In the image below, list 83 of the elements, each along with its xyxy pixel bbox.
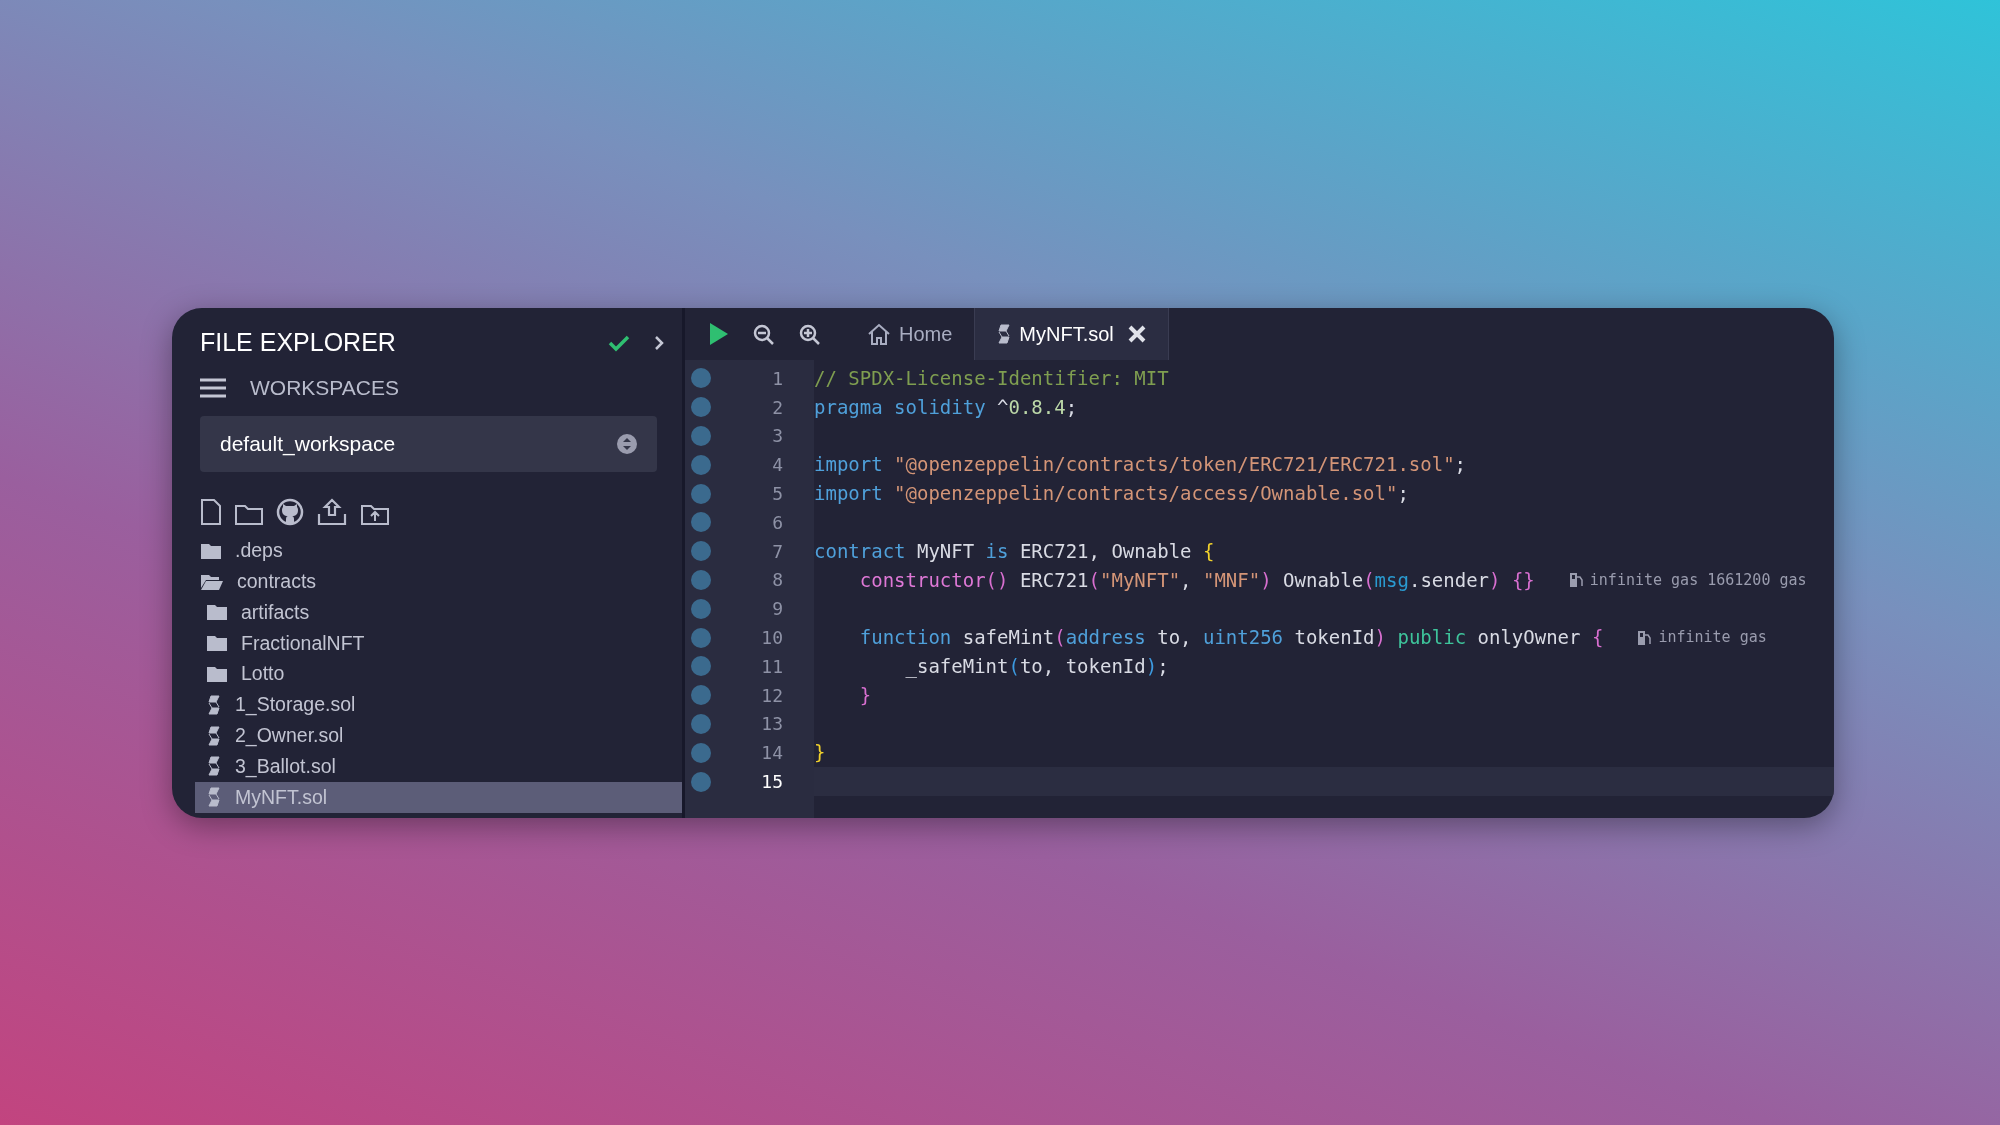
breakpoint-dot[interactable] <box>691 742 711 763</box>
checkmark-icon <box>608 334 630 352</box>
github-icon[interactable] <box>276 497 304 526</box>
menu-icon[interactable] <box>200 377 226 398</box>
line-number: 9 <box>771 597 783 622</box>
fuel-pump-icon <box>1568 571 1584 588</box>
gas-estimate: infinite gas <box>1658 627 1767 649</box>
run-button[interactable] <box>709 321 729 347</box>
line-number: 14 <box>760 741 783 766</box>
solidity-file-icon <box>207 756 221 777</box>
house-icon <box>867 323 891 345</box>
folder-item[interactable]: contracts <box>195 566 682 598</box>
code-line: _safeMint(to, tokenId); <box>904 653 1169 680</box>
close-icon[interactable] <box>1127 325 1146 343</box>
line-number: 2 <box>771 395 783 420</box>
solidity-file-icon <box>207 725 221 746</box>
line-number: 15 <box>760 770 783 795</box>
fuel-pump-icon <box>1637 629 1653 646</box>
line-number: 5 <box>771 482 783 507</box>
folder-item[interactable]: .deps <box>195 535 682 567</box>
breakpoint-dot[interactable] <box>691 368 711 389</box>
breakpoint-dot[interactable] <box>691 685 711 706</box>
breakpoint-dot[interactable] <box>691 454 711 475</box>
folder-icon <box>207 666 227 683</box>
editor-tab[interactable]: Home <box>845 308 975 360</box>
solidity-file-icon <box>207 694 221 715</box>
code-line: pragma solidity ^0.8.4; <box>814 394 1078 420</box>
line-number: 6 <box>771 510 783 535</box>
breakpoint-dot[interactable] <box>691 598 711 619</box>
line-number: 10 <box>760 626 783 651</box>
breakpoint-dot[interactable] <box>691 512 711 533</box>
open-folder-icon <box>201 573 223 590</box>
code-line: } <box>814 740 826 766</box>
code-line: } <box>858 682 872 708</box>
folder-icon <box>201 542 221 559</box>
code-line: // SPDX-License-Identifier: MIT <box>814 366 1169 391</box>
file-item[interactable]: 2_Owner.sol <box>195 720 682 752</box>
play-icon <box>709 322 729 347</box>
breakpoint-dot[interactable] <box>691 397 711 418</box>
folder-item[interactable]: artifacts <box>195 597 682 628</box>
zoom-in-icon <box>799 323 821 346</box>
breakpoint-dot[interactable] <box>691 627 711 648</box>
chevron-right-icon[interactable] <box>654 335 664 351</box>
folder-item[interactable]: Lotto <box>195 658 682 690</box>
file-item[interactable]: MyNFT.sol <box>195 781 682 813</box>
code-line: function safeMint(address to, uint256 tokenId) public onlyOwner { <box>858 625 1604 651</box>
line-number: 13 <box>760 712 783 737</box>
breakpoint-dot[interactable] <box>691 713 711 734</box>
breakpoint-dot[interactable] <box>691 569 711 590</box>
code-line: import "@openzeppelin/contracts/token/ERC721/ERC721.sol"; <box>814 452 1467 478</box>
zoom-out-button[interactable] <box>753 322 775 346</box>
breakpoint-dot[interactable] <box>691 426 711 446</box>
workspace-select[interactable]: default_workspace <box>200 415 657 472</box>
file-item[interactable]: 1_Storage.sol <box>195 689 682 721</box>
code-line: import "@openzeppelin/contracts/access/Ownable.sol"; <box>814 481 1409 507</box>
line-number: 8 <box>771 568 783 593</box>
section-label: WORKSPACES <box>250 375 399 401</box>
code-line: contract MyNFT is ERC721, Ownable { <box>814 538 1215 564</box>
upload-icon[interactable] <box>316 497 348 526</box>
zoom-in-button[interactable] <box>799 322 821 346</box>
solidity-file-icon <box>997 324 1012 344</box>
file-item[interactable]: 3_Ballot.sol <box>195 751 682 782</box>
line-number: 3 <box>771 424 783 449</box>
folder-item[interactable]: FractionalNFT <box>195 627 682 659</box>
zoom-out-icon <box>753 323 775 346</box>
line-number: 7 <box>771 539 783 564</box>
panel-title: FILE EXPLORER <box>200 327 396 359</box>
editor-tab[interactable]: MyNFT.sol <box>974 308 1169 360</box>
line-number: 12 <box>760 683 783 708</box>
line-number: 4 <box>771 453 783 478</box>
breakpoint-dot[interactable] <box>691 771 711 792</box>
line-number: 1 <box>771 366 783 391</box>
gas-estimate: infinite gas 1661200 gas <box>1589 569 1807 591</box>
breakpoint-dot[interactable] <box>691 483 711 504</box>
sort-arrows-icon <box>617 433 637 454</box>
code-line: constructor() ERC721("MyNFT", "MNF") Ownable(msg.sender) {} <box>858 567 1535 593</box>
new-file-icon[interactable] <box>200 497 222 526</box>
line-number: 11 <box>760 654 783 679</box>
solidity-file-icon <box>207 787 221 808</box>
breakpoint-dot[interactable] <box>691 541 711 562</box>
folder-icon <box>207 604 227 621</box>
breakpoint-dot[interactable] <box>691 656 711 677</box>
folder-icon <box>207 635 227 652</box>
